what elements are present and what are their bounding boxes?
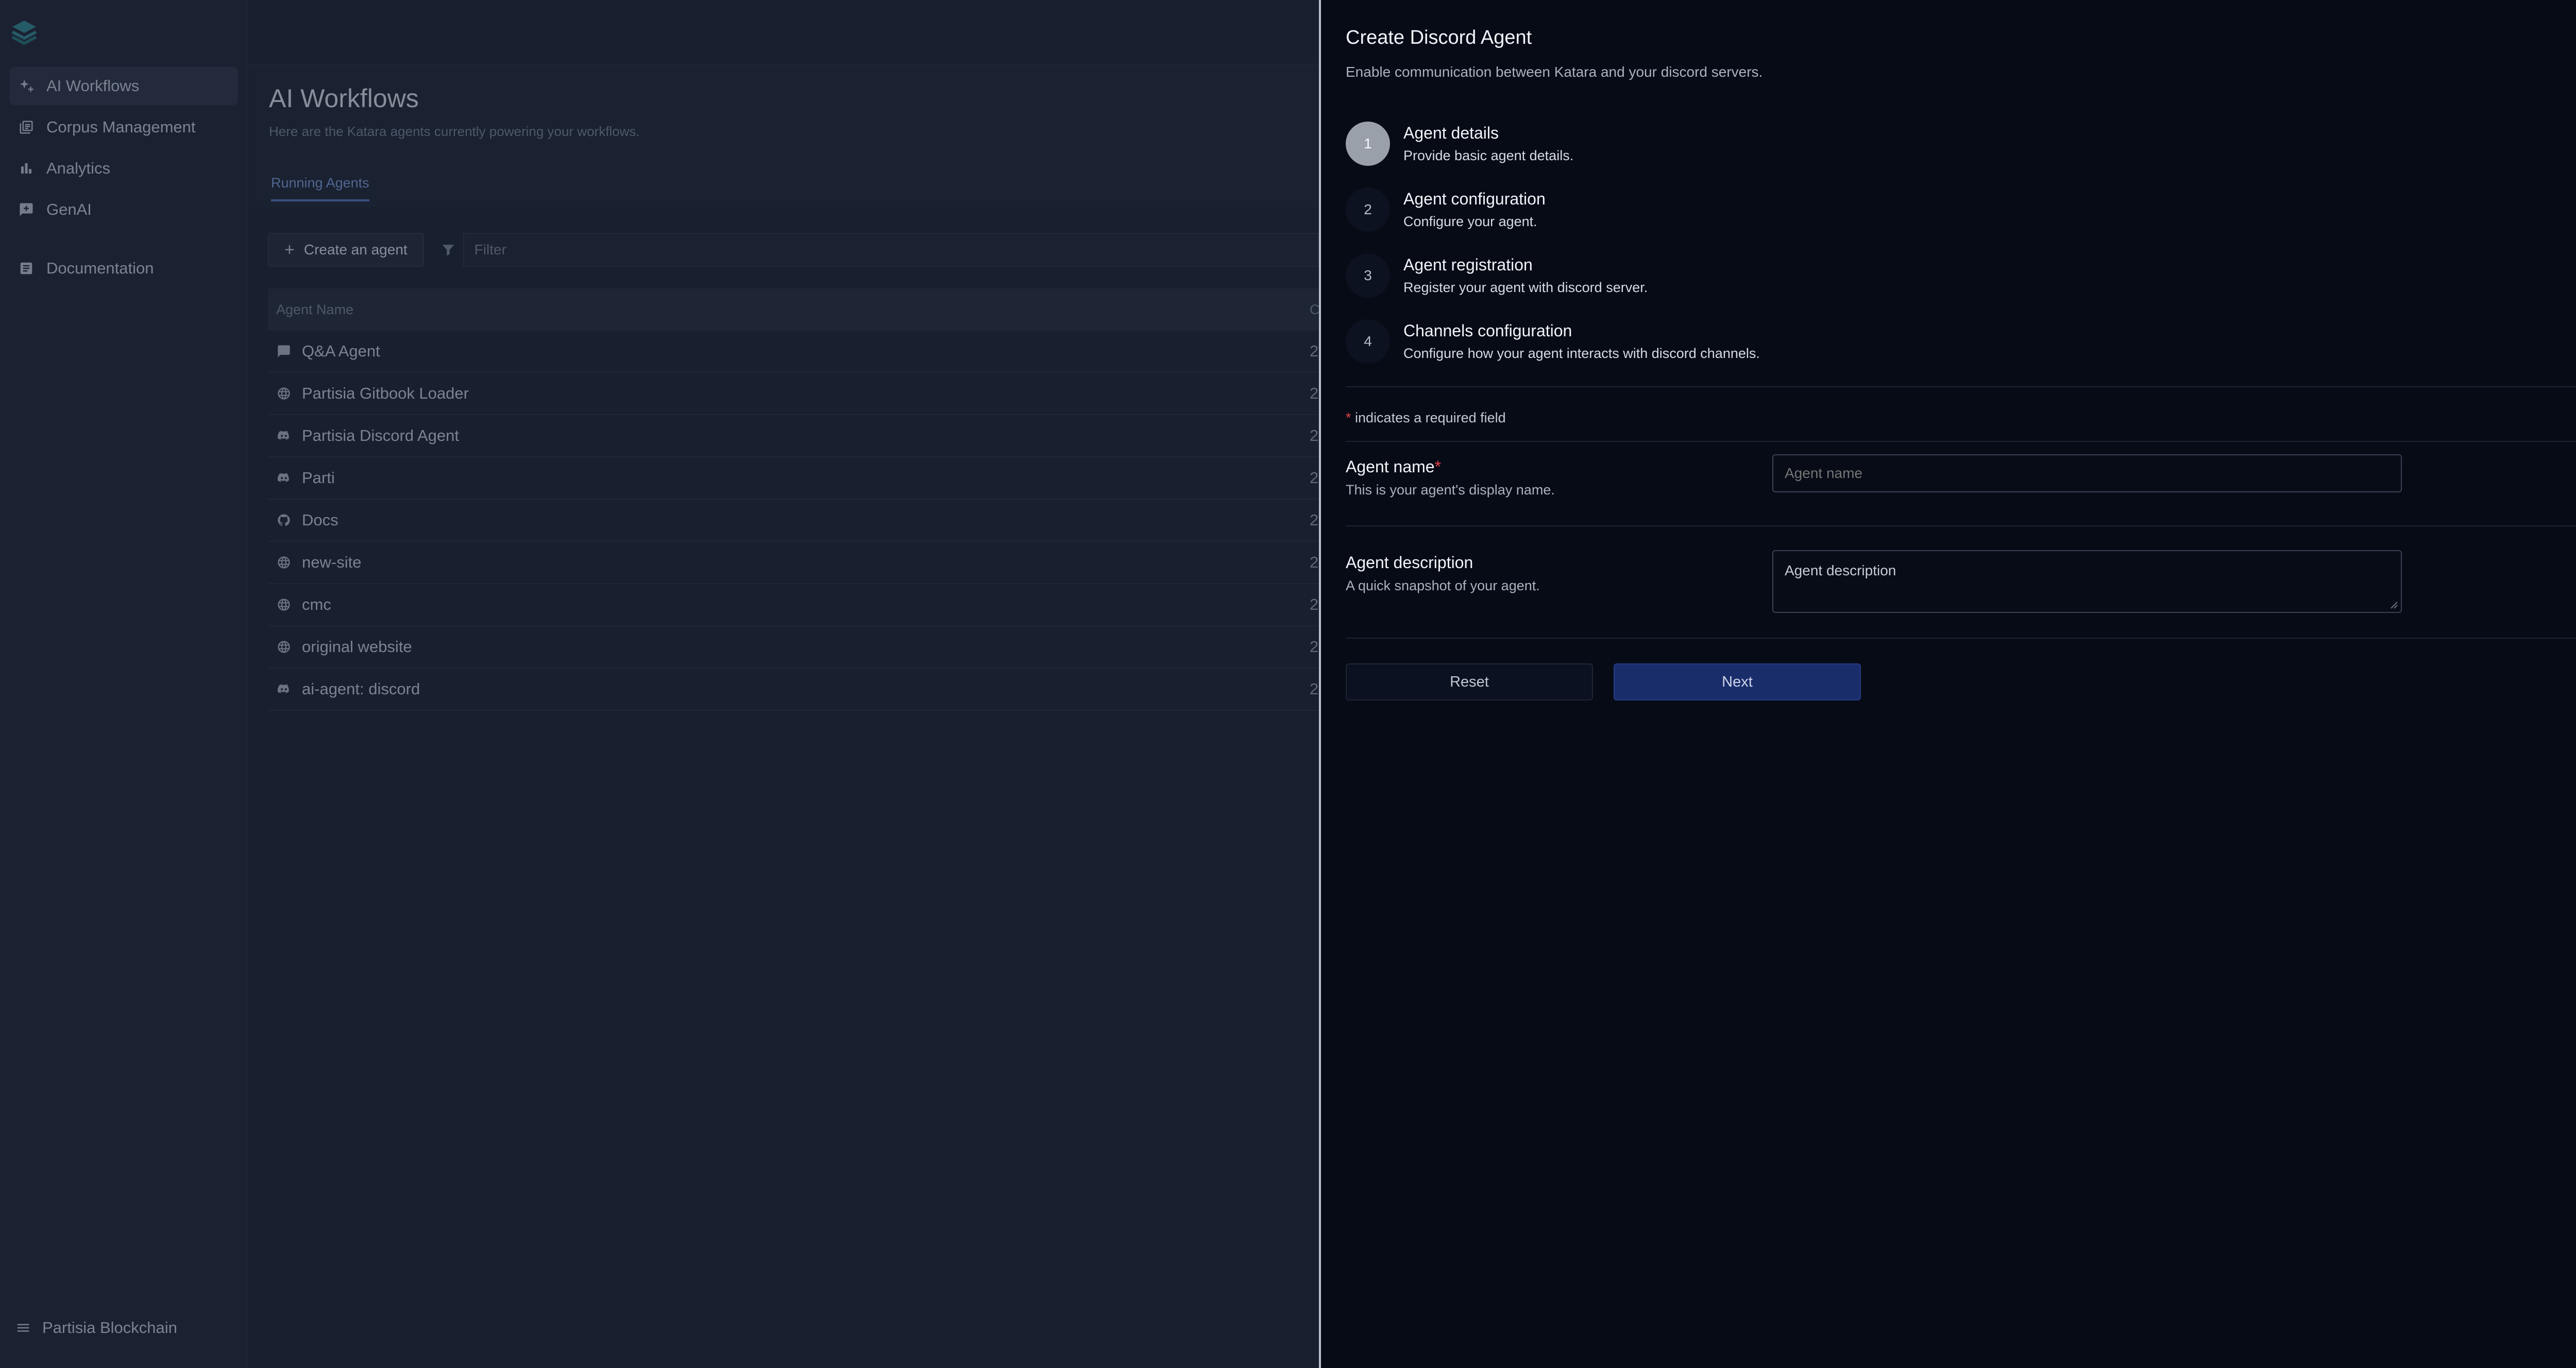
- agent-description-label: Agent description: [1346, 553, 1473, 572]
- agent-name-input[interactable]: [1772, 454, 2402, 492]
- step-title: Agent configuration: [1403, 190, 1546, 208]
- step-title: Agent registration: [1403, 255, 1533, 274]
- step-agent-details[interactable]: 1 Agent details Provide basic agent deta…: [1346, 122, 1573, 166]
- step-agent-configuration[interactable]: 2 Agent configuration Configure your age…: [1346, 187, 1546, 232]
- step-number: 3: [1346, 253, 1390, 298]
- step-agent-registration[interactable]: 3 Agent registration Register your agent…: [1346, 253, 1648, 298]
- next-button[interactable]: Next: [1614, 663, 1861, 700]
- agent-name-label: Agent name*: [1346, 457, 1441, 476]
- agent-name-label-text: Agent name: [1346, 457, 1435, 476]
- agent-description-textarea[interactable]: Agent description: [1772, 550, 2402, 613]
- app-background: AI Workflows Corpus Management Analytics…: [0, 0, 1340, 1368]
- create-agent-drawer: Create Discord Agent Enable communicatio…: [1319, 0, 2576, 1368]
- step-number: 2: [1346, 187, 1390, 232]
- required-star: *: [1346, 410, 1351, 425]
- step-description: Provide basic agent details.: [1403, 148, 1574, 163]
- step-description: Configure your agent.: [1403, 214, 1537, 229]
- step-description: Register your agent with discord server.: [1403, 280, 1648, 295]
- step-description: Configure how your agent interacts with …: [1403, 346, 1760, 361]
- divider: [1346, 386, 2576, 387]
- step-channels-configuration[interactable]: 4 Channels configuration Configure how y…: [1346, 319, 1760, 364]
- drawer-title: Create Discord Agent: [1346, 27, 1532, 48]
- drawer-subtitle: Enable communication between Katara and …: [1346, 64, 1763, 80]
- step-number: 4: [1346, 319, 1390, 364]
- modal-backdrop[interactable]: [0, 0, 1319, 1368]
- required-field-note: * indicates a required field: [1346, 410, 1506, 426]
- divider: [1346, 525, 2576, 526]
- reset-button[interactable]: Reset: [1346, 663, 1593, 700]
- divider: [1346, 638, 2576, 639]
- resize-grip-icon[interactable]: [2388, 600, 2398, 609]
- step-title: Agent details: [1403, 124, 1499, 142]
- step-number: 1: [1346, 122, 1390, 166]
- divider: [1346, 441, 2576, 442]
- step-title: Channels configuration: [1403, 321, 1572, 340]
- agent-description-help: A quick snapshot of your agent.: [1346, 578, 1540, 593]
- agent-description-placeholder: Agent description: [1785, 562, 1896, 578]
- required-note-text: indicates a required field: [1351, 410, 1506, 425]
- required-star: *: [1434, 457, 1442, 476]
- agent-name-help: This is your agent's display name.: [1346, 482, 1555, 498]
